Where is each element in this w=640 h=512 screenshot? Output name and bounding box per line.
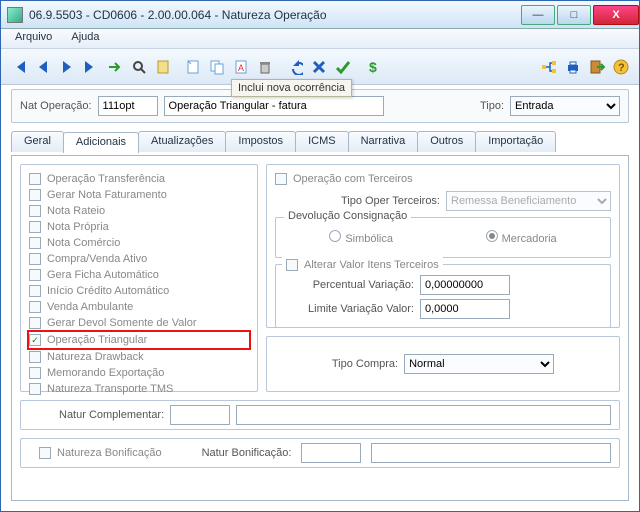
chk-natureza-bonificacao[interactable]: Natureza Bonificação <box>39 445 162 461</box>
tab-outros[interactable]: Outros <box>417 131 476 152</box>
chk-nota-propria[interactable]: Nota Própria <box>29 219 249 235</box>
copy-icon[interactable] <box>206 56 228 78</box>
radio-mercadoria: Mercadoria <box>486 230 557 245</box>
chk-nota-rateio[interactable]: Nota Rateio <box>29 203 249 219</box>
money-icon[interactable]: $ <box>362 56 384 78</box>
window-buttons: — □ X <box>519 5 639 25</box>
natur-complementar-group: Natur Complementar: <box>20 400 620 430</box>
tab-narrativa[interactable]: Narrativa <box>348 131 419 152</box>
chk-gerar-devol-somente-valor[interactable]: Gerar Devol Somente de Valor <box>29 315 249 331</box>
tab-strip: Geral Adicionais Atualizações Impostos I… <box>11 131 629 152</box>
chk-gerar-nota-faturamento[interactable]: Gerar Nota Faturamento <box>29 187 249 203</box>
limite-variacao-label: Limite Variação Valor: <box>284 303 414 315</box>
tab-geral[interactable]: Geral <box>11 131 64 152</box>
window: 06.9.5503 - CD0606 - 2.00.00.064 - Natur… <box>0 0 640 512</box>
alterar-valor-group: Alterar Valor Itens Terceiros Percentual… <box>275 264 611 328</box>
new-icon[interactable] <box>182 56 204 78</box>
menu-ajuda[interactable]: Ajuda <box>63 29 107 45</box>
first-icon[interactable] <box>8 56 30 78</box>
natur-bonificacao-code[interactable] <box>301 443 361 463</box>
undo-icon[interactable] <box>284 56 306 78</box>
chk-inicio-credito-automatico[interactable]: Início Crédito Automático <box>29 283 249 299</box>
goto-icon[interactable] <box>104 56 126 78</box>
menu-bar: Arquivo Ajuda <box>1 29 639 49</box>
toolbar: A $ ? Inclui nova ocorrência <box>1 49 639 85</box>
natur-bonificacao-desc[interactable] <box>371 443 611 463</box>
cancel-icon[interactable] <box>308 56 330 78</box>
nat-operacao-code[interactable] <box>98 96 158 116</box>
tab-body: Operação Transferência Gerar Nota Fatura… <box>11 155 629 501</box>
content-area: Nat Operação: Tipo: Entrada Geral Adicio… <box>11 89 629 501</box>
minimize-button[interactable]: — <box>521 5 555 25</box>
search-icon[interactable] <box>128 56 150 78</box>
natur-bonificacao-label: Natur Bonificação: <box>202 447 292 459</box>
nat-operacao-label: Nat Operação: <box>20 100 92 112</box>
chk-nota-comercio[interactable]: Nota Comércio <box>29 235 249 251</box>
tab-adicionais[interactable]: Adicionais <box>63 132 139 153</box>
devolucao-title: Devolução Consignação <box>284 210 411 222</box>
natur-complementar-label: Natur Complementar: <box>59 409 164 421</box>
natur-complementar-code[interactable] <box>170 405 230 425</box>
delete-icon[interactable] <box>254 56 276 78</box>
chk-alterar-valor-itens-terceiros[interactable]: Alterar Valor Itens Terceiros <box>282 257 443 273</box>
tipo-compra-group: Tipo Compra: Normal <box>266 336 620 392</box>
chk-natureza-transporte-tms[interactable]: Natureza Transporte TMS <box>29 381 249 397</box>
app-icon <box>7 7 23 23</box>
tipo-oper-terceiros-select: Remessa Beneficiamento <box>446 191 611 211</box>
chk-op-transferencia[interactable]: Operação Transferência <box>29 171 249 187</box>
print-icon[interactable] <box>562 56 584 78</box>
tab-atualizacoes[interactable]: Atualizações <box>138 131 226 152</box>
tipo-label: Tipo: <box>480 100 504 112</box>
window-title: 06.9.5503 - CD0606 - 2.00.00.064 - Natur… <box>29 8 519 22</box>
natur-bonificacao-group: Natureza Bonificação Natur Bonificação: <box>20 438 620 468</box>
chk-gera-ficha-automatico[interactable]: Gera Ficha Automático <box>29 267 249 283</box>
left-checkbox-group: Operação Transferência Gerar Nota Fatura… <box>20 164 258 392</box>
notes-icon[interactable] <box>152 56 174 78</box>
chk-memorando-exportacao[interactable]: Memorando Exportação <box>29 365 249 381</box>
titlebar: 06.9.5503 - CD0606 - 2.00.00.064 - Natur… <box>1 1 639 29</box>
tab-importacao[interactable]: Importação <box>475 131 556 152</box>
radio-simbolica: Simbólica <box>329 230 393 245</box>
last-icon[interactable] <box>80 56 102 78</box>
svg-text:$: $ <box>369 59 377 75</box>
chk-compra-venda-ativo[interactable]: Compra/Venda Ativo <box>29 251 249 267</box>
nat-operacao-desc[interactable] <box>164 96 384 116</box>
chk-operacao-com-terceiros[interactable]: Operação com Terceiros <box>275 171 611 187</box>
menu-arquivo[interactable]: Arquivo <box>7 29 60 45</box>
svg-text:?: ? <box>618 62 625 74</box>
limite-variacao-input[interactable] <box>420 299 510 319</box>
edit-icon[interactable]: A <box>230 56 252 78</box>
help-icon[interactable]: ? <box>610 56 632 78</box>
percentual-variacao-label: Percentual Variação: <box>284 279 414 291</box>
natur-complementar-desc[interactable] <box>236 405 611 425</box>
tipo-compra-select[interactable]: Normal <box>404 354 554 374</box>
close-button[interactable]: X <box>593 5 639 25</box>
svg-text:A: A <box>238 63 244 73</box>
confirm-icon[interactable] <box>332 56 354 78</box>
exit-icon[interactable] <box>586 56 608 78</box>
tab-icms[interactable]: ICMS <box>295 131 349 152</box>
relations-icon[interactable] <box>538 56 560 78</box>
tipo-compra-label: Tipo Compra: <box>332 358 398 370</box>
tipo-select[interactable]: Entrada <box>510 96 620 116</box>
chk-operacao-triangular[interactable]: ✓Operação Triangular <box>29 332 249 348</box>
devolucao-consignacao-group: Devolução Consignação Simbólica Mercador… <box>275 217 611 258</box>
prev-icon[interactable] <box>32 56 54 78</box>
next-icon[interactable] <box>56 56 78 78</box>
toolbar-tooltip: Inclui nova ocorrência <box>231 79 352 97</box>
chk-venda-ambulante[interactable]: Venda Ambulante <box>29 299 249 315</box>
tab-impostos[interactable]: Impostos <box>225 131 296 152</box>
tipo-oper-terceiros-label: Tipo Oper Terceiros: <box>275 195 440 207</box>
percentual-variacao-input[interactable] <box>420 275 510 295</box>
chk-natureza-drawback[interactable]: Natureza Drawback <box>29 349 249 365</box>
maximize-button[interactable]: □ <box>557 5 591 25</box>
terceiros-group: Operação com Terceiros Tipo Oper Terceir… <box>266 164 620 328</box>
